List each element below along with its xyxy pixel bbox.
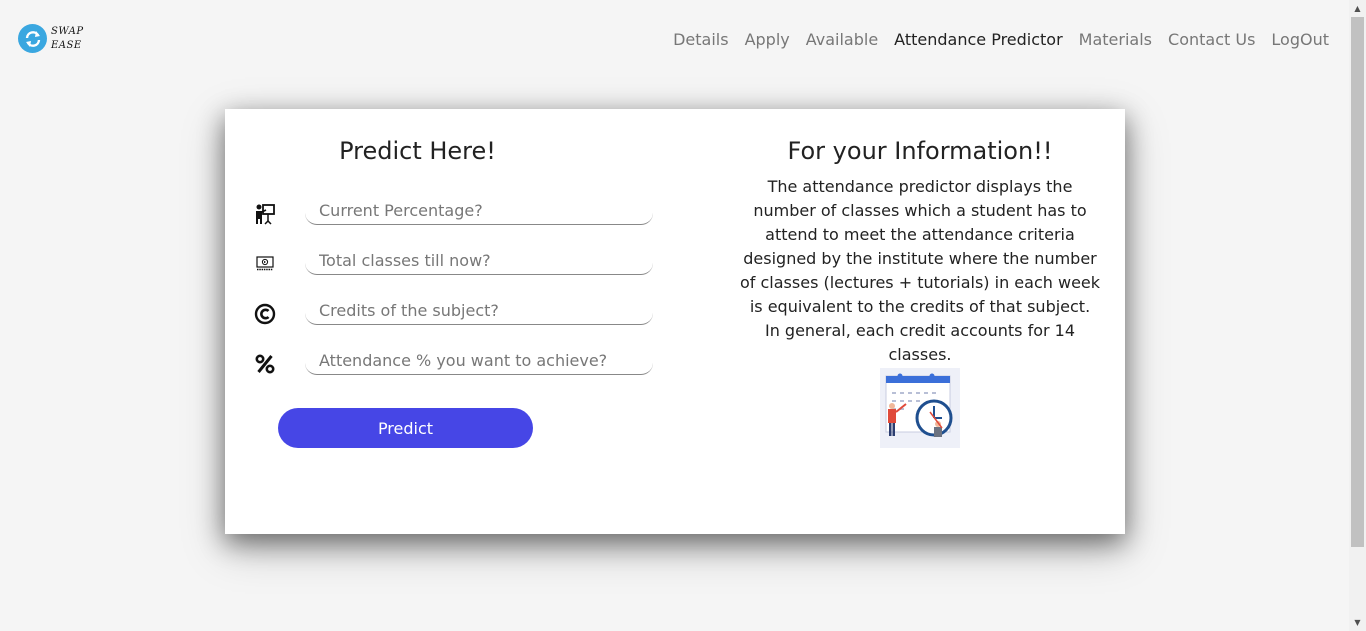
swap-icon <box>18 24 47 53</box>
teacher-icon <box>253 202 277 226</box>
percent-icon <box>253 352 277 376</box>
info-text: The attendance predictor displays the nu… <box>740 177 1101 364</box>
logo-text-line1: SWAP <box>51 25 84 37</box>
predict-title: Predict Here! <box>339 137 496 165</box>
logo-text-line2: EASE <box>51 39 82 51</box>
nav-available[interactable]: Available <box>806 30 878 49</box>
total-classes-input[interactable] <box>305 247 653 275</box>
nav-logout[interactable]: LogOut <box>1271 30 1329 49</box>
credits-input[interactable] <box>305 297 653 325</box>
total-classes-row <box>253 247 653 281</box>
logo-text: SWAP EASE <box>51 25 84 53</box>
current-percentage-input[interactable] <box>305 197 653 225</box>
copyright-icon <box>253 302 277 326</box>
calendar-clock-illustration <box>880 368 960 448</box>
page: SWAP EASE Details Apply Available Attend… <box>0 0 1349 631</box>
current-percentage-row <box>253 197 653 231</box>
predictor-card: Predict Here! Current Percentage? Total … <box>225 109 1125 534</box>
nav-apply[interactable]: Apply <box>745 30 790 49</box>
info-title: For your Information!! <box>787 137 1053 165</box>
nav-contact-us[interactable]: Contact Us <box>1168 30 1255 49</box>
nav-details[interactable]: Details <box>673 30 728 49</box>
logo[interactable]: SWAP EASE <box>18 24 84 53</box>
target-attendance-row <box>253 347 653 381</box>
credits-row <box>253 297 653 331</box>
vertical-scrollbar[interactable]: ▲ ▼ <box>1349 0 1366 631</box>
scrollbar-thumb[interactable] <box>1351 17 1364 547</box>
nav-attendance-predictor[interactable]: Attendance Predictor <box>894 30 1063 49</box>
predict-button[interactable]: Predict <box>278 408 533 448</box>
tutorial-icon <box>253 252 277 276</box>
scroll-down-arrow-icon[interactable]: ▼ <box>1349 614 1366 631</box>
main-nav: Details Apply Available Attendance Predi… <box>673 30 1329 49</box>
scroll-up-arrow-icon[interactable]: ▲ <box>1349 0 1366 17</box>
nav-materials[interactable]: Materials <box>1079 30 1152 49</box>
target-attendance-input[interactable] <box>305 347 653 375</box>
